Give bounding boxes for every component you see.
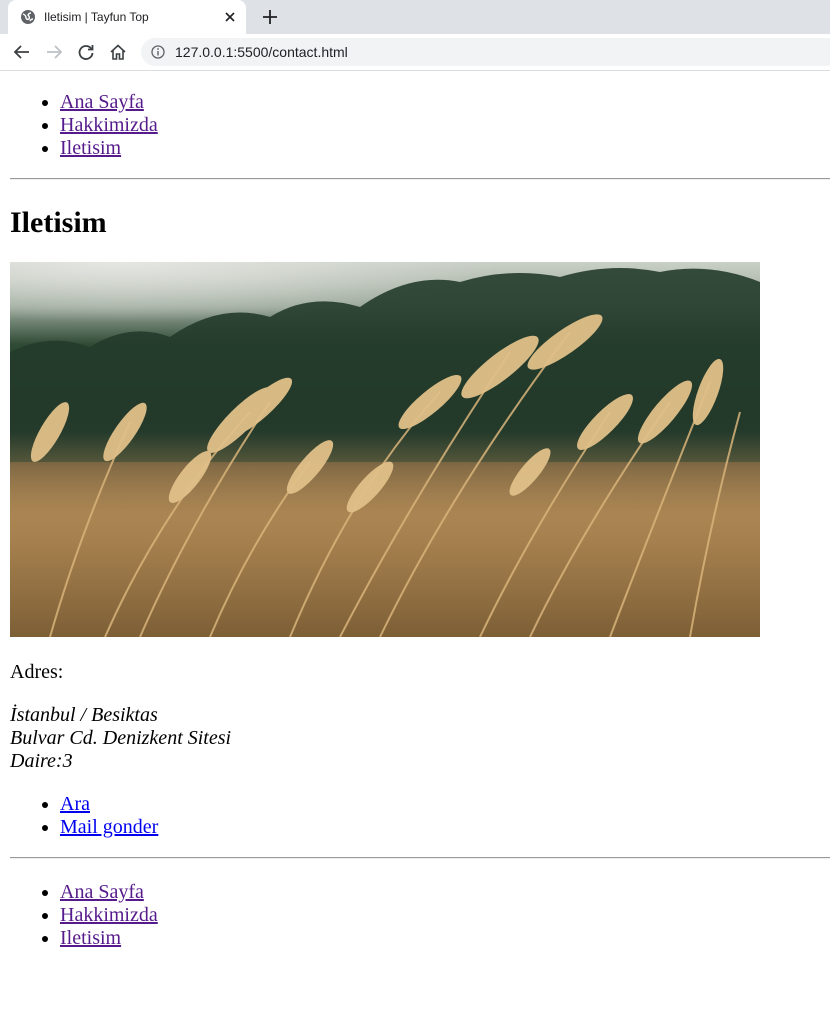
bottom-nav-item: Iletisim xyxy=(60,927,830,950)
nav-link-hakkimizda[interactable]: Hakkimizda xyxy=(60,114,158,136)
home-icon[interactable] xyxy=(109,43,127,61)
nav-link-ana-sayfa[interactable]: Ana Sayfa xyxy=(60,91,144,113)
nav-link-iletisim[interactable]: Iletisim xyxy=(60,927,121,949)
address-line: Bulvar Cd. Denizkent Sitesi xyxy=(10,727,232,749)
address-line: Daire:3 xyxy=(10,750,73,772)
new-tab-plus-icon[interactable] xyxy=(261,8,279,26)
address-block: İstanbul / Besiktas Bulvar Cd. Denizkent… xyxy=(10,704,830,773)
bottom-nav-item: Ana Sayfa xyxy=(60,881,830,904)
reload-icon[interactable] xyxy=(77,43,95,61)
contact-actions-list: Ara Mail gonder xyxy=(0,793,830,839)
divider xyxy=(10,857,830,859)
close-icon[interactable] xyxy=(222,9,238,25)
url-text: 127.0.0.1:5500/contact.html xyxy=(175,44,348,60)
wheat-field-image xyxy=(10,262,760,637)
page-title: Iletisim xyxy=(10,206,107,239)
nav-link-hakkimizda[interactable]: Hakkimizda xyxy=(60,904,158,926)
browser-tab[interactable]: Iletisim | Tayfun Top xyxy=(8,0,246,34)
browser-tabstrip: Iletisim | Tayfun Top xyxy=(0,0,830,34)
browser-toolbar: 127.0.0.1:5500/contact.html xyxy=(0,34,830,71)
call-link[interactable]: Ara xyxy=(60,793,90,815)
globe-icon xyxy=(21,10,35,24)
top-nav-list: Ana Sayfa Hakkimizda Iletisim xyxy=(0,91,830,160)
address-label: Adres: xyxy=(10,661,64,683)
address-line: İstanbul / Besiktas xyxy=(10,704,158,726)
contact-action-item: Ara xyxy=(60,793,830,816)
bottom-nav-item: Hakkimizda xyxy=(60,904,830,927)
page-content: Ana Sayfa Hakkimizda Iletisim Iletisim xyxy=(0,71,830,950)
nav-link-ana-sayfa[interactable]: Ana Sayfa xyxy=(60,881,144,903)
divider xyxy=(10,178,830,180)
top-nav-item: Iletisim xyxy=(60,137,830,160)
contact-action-item: Mail gonder xyxy=(60,816,830,839)
top-nav-item: Ana Sayfa xyxy=(60,91,830,114)
send-mail-link[interactable]: Mail gonder xyxy=(60,816,158,838)
site-info-icon[interactable] xyxy=(151,45,165,59)
forward-arrow-icon[interactable] xyxy=(45,43,63,61)
tab-title: Iletisim | Tayfun Top xyxy=(44,10,149,24)
address-bar[interactable]: 127.0.0.1:5500/contact.html xyxy=(141,38,830,66)
top-nav-item: Hakkimizda xyxy=(60,114,830,137)
bottom-nav-list: Ana Sayfa Hakkimizda Iletisim xyxy=(0,881,830,950)
back-arrow-icon[interactable] xyxy=(13,43,31,61)
nav-link-iletisim[interactable]: Iletisim xyxy=(60,137,121,159)
